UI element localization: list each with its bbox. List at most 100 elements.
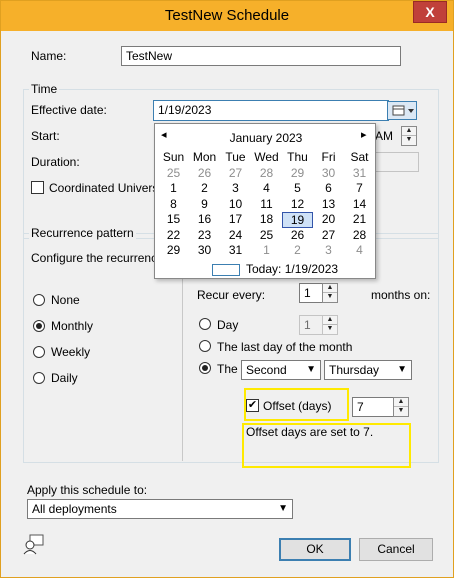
next-month-button[interactable]: ▸ — [361, 128, 367, 141]
radio-the[interactable] — [199, 362, 211, 374]
radio-day[interactable] — [199, 318, 211, 330]
name-input[interactable]: TestNew — [121, 46, 401, 66]
calendar-day[interactable]: 3 — [220, 181, 251, 197]
chevron-down-icon: ▼ — [306, 364, 316, 375]
calendar-day[interactable]: 7 — [344, 181, 375, 197]
offset-checkbox[interactable]: ✔ — [246, 399, 259, 412]
effective-date-value: 1/19/2023 — [158, 103, 212, 117]
radio-day-label: Day — [217, 318, 239, 332]
recurrence-divider — [182, 267, 183, 461]
calendar-icon — [392, 105, 414, 116]
calendar-day[interactable]: 26 — [282, 228, 313, 244]
offset-message: Offset days are set to 7. — [246, 425, 374, 439]
calendar-day[interactable]: 2 — [189, 181, 220, 197]
calendar-day[interactable]: 25 — [158, 166, 189, 182]
calendar-day[interactable]: 14 — [344, 197, 375, 213]
calendar-day[interactable]: 31 — [344, 166, 375, 182]
start-time-stepper[interactable]: ▲ ▼ — [401, 126, 417, 146]
configure-label: Configure the recurrence s — [31, 251, 174, 265]
calendar-day[interactable]: 9 — [189, 197, 220, 213]
weekday-header-fri: Fri — [321, 150, 336, 164]
utc-checkbox[interactable] — [31, 181, 44, 194]
calendar-day[interactable]: 29 — [282, 166, 313, 182]
calendar-day[interactable]: 13 — [313, 197, 344, 213]
radio-none[interactable] — [33, 294, 45, 306]
offset-label: Offset (days) — [263, 399, 332, 413]
calendar-day[interactable]: 20 — [313, 212, 344, 228]
calendar-day[interactable]: 2 — [282, 243, 313, 259]
chevron-down-icon: ▼ — [397, 364, 407, 375]
weekday-header-mon: Mon — [192, 150, 217, 164]
offset-input[interactable]: 7 — [352, 397, 394, 417]
calendar-day[interactable]: 16 — [189, 212, 220, 228]
calendar-day[interactable]: 10 — [220, 197, 251, 213]
weekday-select[interactable]: Thursday ▼ — [324, 360, 412, 380]
radio-monthly[interactable] — [33, 320, 45, 332]
calendar-day[interactable]: 5 — [282, 181, 313, 197]
week-ordinal-select[interactable]: Second ▼ — [241, 360, 321, 380]
weekday-header-wed: Wed — [254, 150, 279, 164]
radio-none-label: None — [51, 293, 80, 307]
calendar-day[interactable]: 25 — [251, 228, 282, 244]
calendar-day[interactable]: 18 — [251, 212, 282, 228]
calendar-day-selected[interactable]: 19 — [282, 212, 313, 228]
calendar-day[interactable]: 17 — [220, 212, 251, 228]
months-on-label: months on: — [371, 288, 431, 302]
calendar-week-row: 25 26 27 28 29 30 31 — [155, 166, 377, 182]
apply-select[interactable]: All deployments ▼ — [27, 499, 293, 519]
calendar-day[interactable]: 15 — [158, 212, 189, 228]
recur-every-input[interactable]: 1 — [299, 283, 323, 303]
calendar-day[interactable]: 11 — [251, 197, 282, 213]
calendar-day[interactable]: 21 — [344, 212, 375, 228]
dialog-body: Name: TestNew Time Effective date: 1/19/… — [9, 31, 445, 571]
effective-date-input[interactable]: 1/19/2023 — [153, 100, 389, 121]
duration-input — [375, 152, 419, 172]
calendar-day[interactable]: 27 — [313, 228, 344, 244]
radio-weekly[interactable] — [33, 346, 45, 358]
calendar-day[interactable]: 4 — [344, 243, 375, 259]
calendar-month-label[interactable]: January 2023 — [155, 131, 377, 145]
calendar-day[interactable]: 12 — [282, 197, 313, 213]
radio-daily[interactable] — [33, 372, 45, 384]
calendar-day[interactable]: 4 — [251, 181, 282, 197]
calendar-day[interactable]: 3 — [313, 243, 344, 259]
calendar-day[interactable]: 26 — [189, 166, 220, 182]
weekday-header-sun: Sun — [162, 150, 185, 164]
time-group-title: Time — [29, 82, 60, 96]
utc-label: Coordinated Universal — [49, 181, 168, 195]
chevron-down-icon: ▼ — [278, 503, 288, 514]
calendar-day[interactable]: 1 — [158, 181, 189, 197]
recur-every-stepper[interactable]: ▲ ▼ — [322, 283, 338, 303]
window-title: TestNew Schedule — [164, 7, 290, 24]
calendar-day[interactable]: 27 — [220, 166, 251, 182]
name-label: Name: — [31, 49, 67, 63]
offset-stepper[interactable]: ▲ ▼ — [393, 397, 409, 417]
calendar-day[interactable]: 30 — [189, 243, 220, 259]
calendar-day[interactable]: 28 — [251, 166, 282, 182]
user-help-icon[interactable] — [23, 533, 45, 555]
calendar-weeks: 25 26 27 28 29 30 31 1 2 3 4 5 6 7 8 9 10 11 12 13 14 15 16 17 1… — [155, 166, 377, 259]
calendar-day[interactable]: 29 — [158, 243, 189, 259]
calendar-day[interactable]: 23 — [189, 228, 220, 244]
weekday-header-thu: Thu — [287, 150, 308, 164]
title-bar: TestNew Schedule X — [1, 1, 453, 31]
calendar-day[interactable]: 8 — [158, 197, 189, 213]
calendar-day[interactable]: 24 — [220, 228, 251, 244]
close-button[interactable]: X — [413, 1, 447, 23]
radio-last-day-label: The last day of the month — [217, 340, 353, 354]
radio-the-label: The — [217, 362, 238, 376]
calendar-day[interactable]: 30 — [313, 166, 344, 182]
calendar-day[interactable]: 22 — [158, 228, 189, 244]
calendar-day[interactable]: 6 — [313, 181, 344, 197]
calendar-day[interactable]: 28 — [344, 228, 375, 244]
ok-button[interactable]: OK — [279, 538, 351, 561]
calendar-day[interactable]: 31 — [220, 243, 251, 259]
radio-last-day[interactable] — [199, 340, 211, 352]
cancel-button[interactable]: Cancel — [359, 538, 433, 561]
calendar-dropdown-button[interactable] — [387, 101, 417, 120]
calendar-day[interactable]: 1 — [251, 243, 282, 259]
today-link[interactable]: Today: 1/19/2023 — [246, 262, 338, 276]
weekday-value: Thursday — [329, 363, 380, 377]
calendar-grid: Sun Mon Tue Wed Thu Fri Sat 25 26 27 28 29 30 31 1 2 3 4… — [155, 150, 377, 259]
day-stepper: ▲ ▼ — [322, 315, 338, 335]
